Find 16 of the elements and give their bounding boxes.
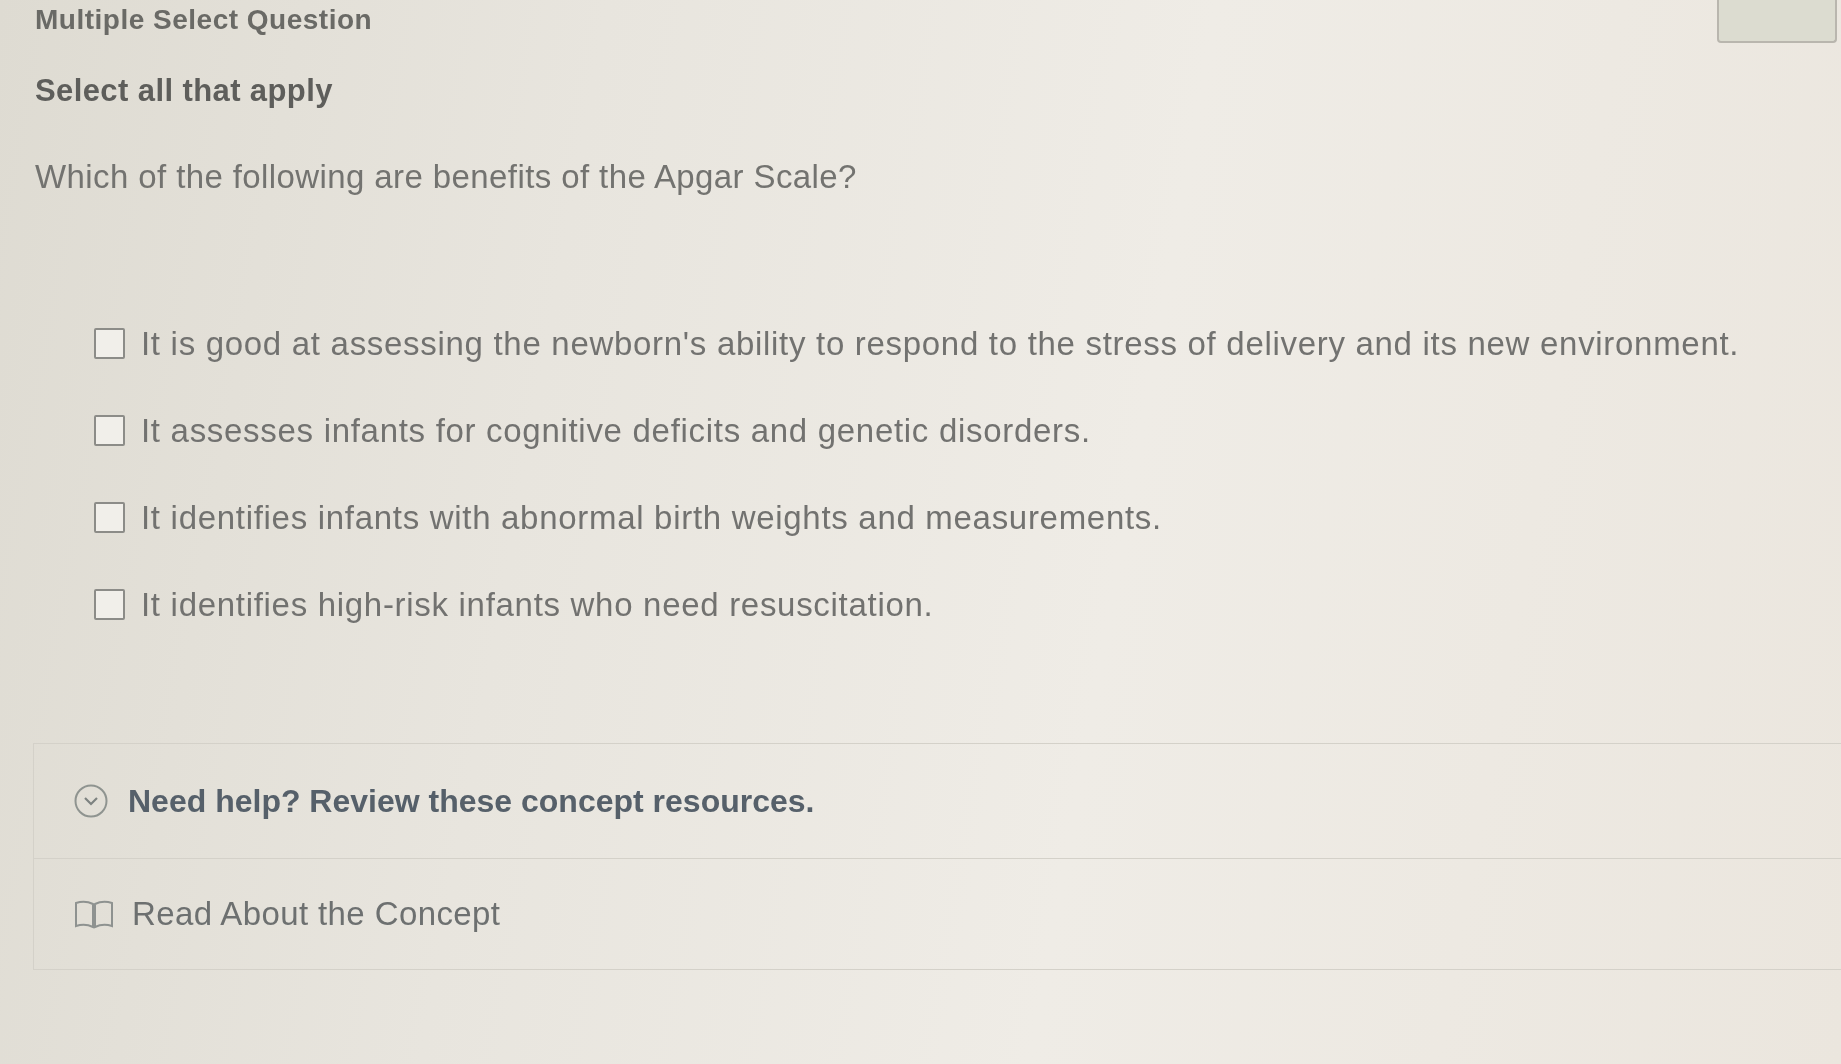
checkbox[interactable] <box>94 589 125 620</box>
read-concept-link[interactable]: Read About the Concept <box>132 895 501 933</box>
question-text: Which of the following are benefits of the Apgar Scale? <box>35 158 857 196</box>
option-label[interactable]: It identifies infants with abnormal birth weights and measurements. <box>141 498 1162 537</box>
instruction-text: Select all that apply <box>35 74 333 108</box>
option-label[interactable]: It is good at assessing the newborn's ability to respond to the stress of delivery and its new environment. <box>141 324 1740 363</box>
chevron-circle-icon[interactable] <box>74 784 108 818</box>
help-toggle-link[interactable]: Need help? Review these concept resources. <box>128 782 815 820</box>
checkbox[interactable] <box>94 415 125 446</box>
header-title: Multiple Select Question <box>35 4 373 36</box>
option-label[interactable]: It identifies high-risk infants who need resuscitation. <box>141 585 934 624</box>
option-label[interactable]: It assesses infants for cognitive deficits and genetic disorders. <box>141 411 1091 450</box>
checkbox[interactable] <box>94 328 125 359</box>
checkbox[interactable] <box>94 502 125 533</box>
book-icon <box>74 899 114 929</box>
corner-button[interactable] <box>1717 0 1837 43</box>
